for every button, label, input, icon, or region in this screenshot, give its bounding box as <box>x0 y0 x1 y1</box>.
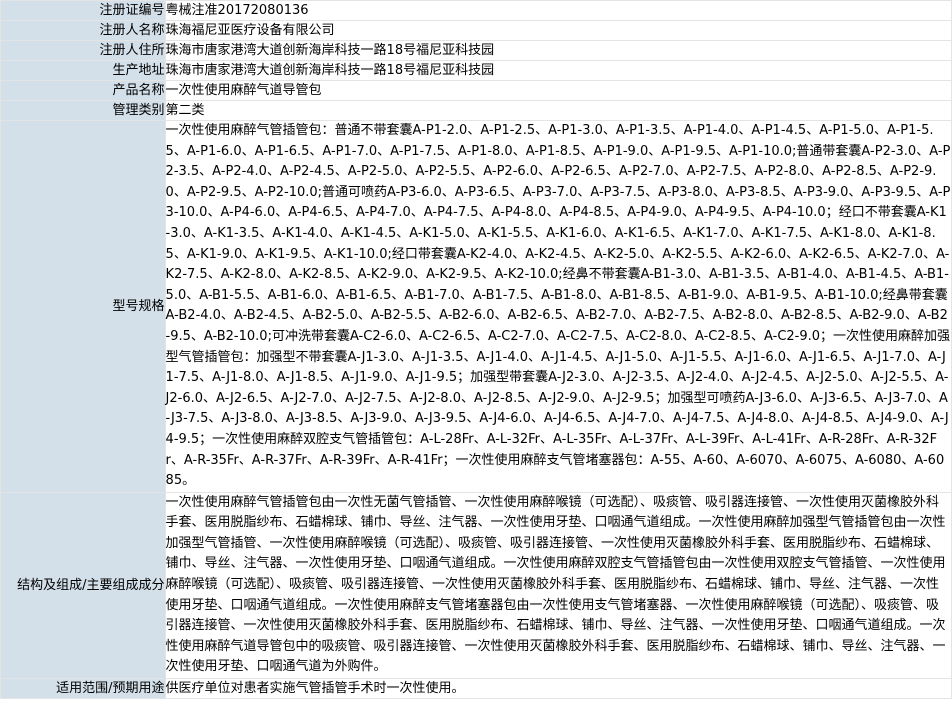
row-registrant-name: 注册人名称 珠海福尼亚医疗设备有限公司 <box>0 20 952 41</box>
label-registrant-name: 注册人名称 <box>0 20 166 41</box>
label-management-class: 管理类别 <box>0 100 166 121</box>
row-intended-use: 适用范围/预期用途 供医疗单位对患者实施气管插管手术时一次性使用。 <box>0 678 952 700</box>
value-production-address: 珠海市唐家港湾大道创新海岸科技一路18号福尼亚科技园 <box>164 60 952 81</box>
value-product-name: 一次性使用麻醉气道导管包 <box>164 80 952 101</box>
registration-info-table: 注册证编号 粤械注准20172080136 注册人名称 珠海福尼亚医疗设备有限公… <box>0 0 952 700</box>
value-management-class: 第二类 <box>164 100 952 121</box>
label-production-address: 生产地址 <box>0 60 166 81</box>
label-intended-use: 适用范围/预期用途 <box>0 678 166 700</box>
value-model-specs: 一次性使用麻醉气管插管包：普通不带套囊A-P1-2.0、A-P1-2.5、A-P… <box>164 120 952 493</box>
value-registrant-address: 珠海市唐家港湾大道创新海岸科技一路18号福尼亚科技园 <box>164 40 952 61</box>
label-registration-number: 注册证编号 <box>0 0 166 21</box>
label-model-specs: 型号规格 <box>0 120 166 493</box>
row-production-address: 生产地址 珠海市唐家港湾大道创新海岸科技一路18号福尼亚科技园 <box>0 60 952 81</box>
value-registration-number: 粤械注准20172080136 <box>164 0 952 21</box>
label-registrant-address: 注册人住所 <box>0 40 166 61</box>
label-structure-composition: 结构及组成/主要组成成分 <box>0 491 166 680</box>
value-intended-use: 供医疗单位对患者实施气管插管手术时一次性使用。 <box>164 678 952 700</box>
row-model-specs: 型号规格 一次性使用麻醉气管插管包：普通不带套囊A-P1-2.0、A-P1-2.… <box>0 120 952 493</box>
row-structure-composition: 结构及组成/主要组成成分 一次性使用麻醉气管插管包由一次性无菌气管插管、一次性使… <box>0 491 952 680</box>
label-product-name: 产品名称 <box>0 80 166 101</box>
value-registrant-name: 珠海福尼亚医疗设备有限公司 <box>164 20 952 41</box>
row-registration-number: 注册证编号 粤械注准20172080136 <box>0 0 952 21</box>
value-structure-composition: 一次性使用麻醉气管插管包由一次性无菌气管插管、一次性使用麻醉喉镜（可选配）、吸痰… <box>164 491 952 680</box>
row-product-name: 产品名称 一次性使用麻醉气道导管包 <box>0 80 952 101</box>
row-management-class: 管理类别 第二类 <box>0 100 952 121</box>
row-registrant-address: 注册人住所 珠海市唐家港湾大道创新海岸科技一路18号福尼亚科技园 <box>0 40 952 61</box>
